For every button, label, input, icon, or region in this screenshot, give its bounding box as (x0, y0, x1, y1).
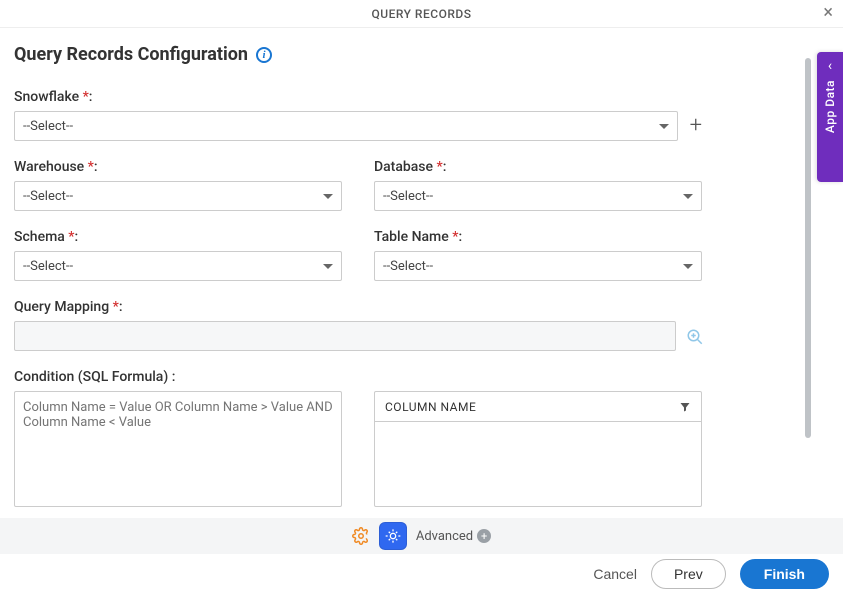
column-list-header: COLUMN NAME (385, 400, 476, 414)
filter-icon[interactable] (679, 401, 691, 413)
warehouse-label: Warehouse *: (14, 159, 342, 175)
finish-button[interactable]: Finish (740, 559, 829, 589)
warehouse-select[interactable]: --Select-- (14, 181, 342, 211)
chevron-down-icon (323, 194, 333, 199)
dialog-title: QUERY RECORDS (371, 7, 471, 21)
snowflake-label: Snowflake *: (14, 89, 702, 105)
table-name-label: Table Name *: (374, 229, 702, 245)
vertical-scrollbar[interactable] (805, 58, 811, 438)
snowflake-select[interactable]: --Select-- (14, 111, 678, 141)
schema-label: Schema *: (14, 229, 342, 245)
column-list-box: COLUMN NAME (374, 391, 702, 507)
query-mapping-input[interactable] (14, 321, 676, 351)
chevron-down-icon (683, 194, 693, 199)
query-mapping-label: Query Mapping *: (14, 299, 702, 315)
info-icon[interactable]: i (256, 47, 272, 63)
advanced-toggle[interactable]: Advanced + (416, 529, 491, 544)
condition-label: Condition (SQL Formula) : (14, 369, 702, 385)
cancel-button[interactable]: Cancel (593, 566, 637, 582)
dialog-content: Query Records Configuration i Snowflake … (0, 28, 843, 518)
chevron-down-icon (659, 124, 669, 129)
plus-circle-icon: + (477, 529, 491, 543)
database-label: Database *: (374, 159, 702, 175)
gear-icon[interactable] (352, 527, 370, 545)
chevron-down-icon (683, 264, 693, 269)
database-select[interactable]: --Select-- (374, 181, 702, 211)
chevron-down-icon (323, 264, 333, 269)
page-title: Query Records Configuration (14, 44, 248, 65)
add-connection-icon[interactable]: + (690, 115, 702, 137)
side-tab-label: App Data (823, 80, 837, 133)
dialog-topbar: QUERY RECORDS × (0, 0, 843, 28)
chevron-left-icon: ‹ (828, 58, 832, 74)
table-name-select[interactable]: --Select-- (374, 251, 702, 281)
prev-button[interactable]: Prev (651, 559, 726, 589)
app-data-side-tab[interactable]: ‹ App Data (817, 52, 843, 182)
activity-icon[interactable] (380, 523, 406, 549)
close-icon[interactable]: × (823, 4, 833, 22)
config-toolbar: Advanced + (0, 518, 843, 554)
condition-textarea[interactable] (14, 391, 342, 507)
dialog-footer: Cancel Prev Finish (0, 554, 843, 594)
schema-select[interactable]: --Select-- (14, 251, 342, 281)
zoom-in-icon[interactable] (686, 328, 702, 344)
